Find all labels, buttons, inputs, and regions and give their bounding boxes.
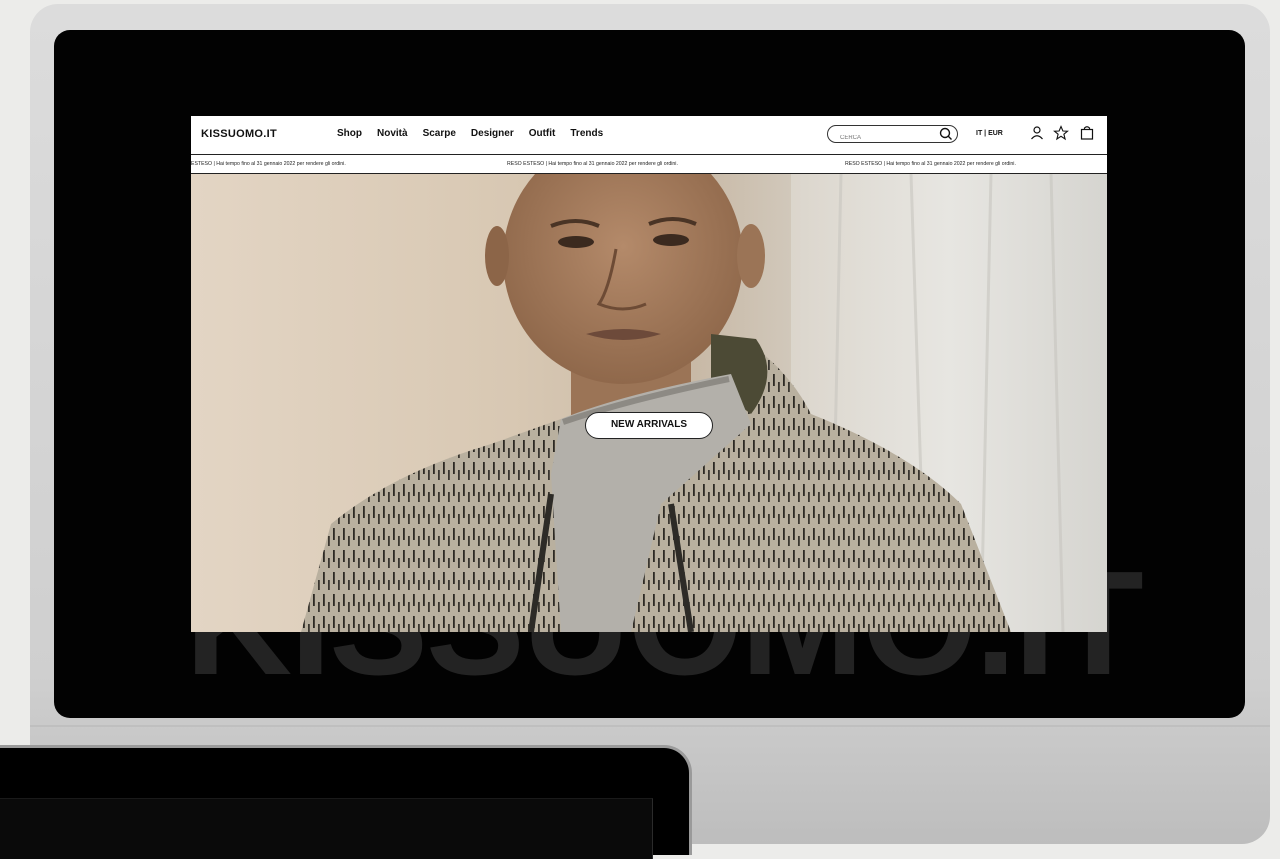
locale-currency-selector[interactable]: IT | EUR [976,130,1003,137]
hero-model-photo [301,174,1107,632]
announcement-ticker: ESTESO | Hai tempo fino al 31 gennaio 20… [191,155,1107,174]
website: KISSUOMO.IT Shop Novità Scarpe Designer … [191,116,1107,632]
star-icon[interactable] [1053,125,1069,141]
monitor-screen: KISSUOMO.IT KISSUOMO.IT Shop Novità Scar… [54,30,1245,718]
nav-item-shop[interactable]: Shop [337,128,362,139]
main-nav: Shop Novità Scarpe Designer Outfit Trend… [337,128,603,139]
search-icon[interactable] [938,126,954,142]
user-icon[interactable] [1029,125,1045,141]
search-input[interactable] [838,130,942,146]
monitor-chin-divider [30,725,1270,727]
search-box[interactable] [827,125,958,146]
laptop-screen [0,798,653,859]
ticker-message: RESO ESTESO | Hai tempo fino al 31 genna… [507,161,678,167]
nav-item-trends[interactable]: Trends [570,128,603,139]
hero-banner[interactable]: NEW ARRIVALS [191,174,1107,632]
ticker-message: ESTESO | Hai tempo fino al 31 gennaio 20… [191,161,346,167]
nav-item-outfit[interactable]: Outfit [529,128,556,139]
ticker-message: RESO ESTESO | Hai tempo fino al 31 genna… [845,161,1016,167]
site-header: KISSUOMO.IT Shop Novità Scarpe Designer … [191,116,1107,155]
nav-item-scarpe[interactable]: Scarpe [423,128,456,139]
new-arrivals-button[interactable]: NEW ARRIVALS [585,412,713,439]
laptop-frame [0,745,692,859]
nav-item-novita[interactable]: Novità [377,128,408,139]
shopping-bag-icon[interactable] [1079,125,1095,141]
site-logo[interactable]: KISSUOMO.IT [201,128,277,140]
nav-item-designer[interactable]: Designer [471,128,514,139]
